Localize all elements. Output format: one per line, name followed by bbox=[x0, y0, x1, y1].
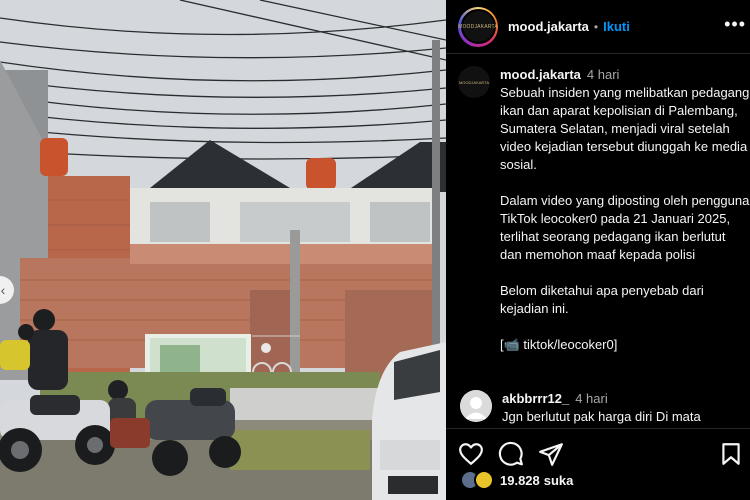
avatar-logo-text: MOODJAKARTA bbox=[458, 79, 490, 85]
caption-timestamp[interactable]: 4 hari bbox=[587, 67, 620, 82]
likes-count: 19.828 bbox=[500, 472, 540, 488]
comment-icon[interactable] bbox=[498, 441, 524, 467]
caption-source-credit: [📹 tiktok/leocoker0] bbox=[500, 337, 618, 352]
post-username-link[interactable]: mood.jakarta bbox=[508, 19, 589, 34]
video-frame bbox=[0, 0, 446, 500]
caption-paragraph: Belom diketahui apa penyebab dari kejadi… bbox=[500, 283, 704, 316]
post-media[interactable]: ‹ bbox=[0, 0, 446, 500]
comment-avatar[interactable] bbox=[460, 390, 492, 422]
bookmark-icon[interactable] bbox=[718, 441, 744, 467]
share-icon[interactable] bbox=[538, 441, 564, 467]
liker-avatar bbox=[474, 470, 494, 490]
post-dialog: ‹ MOODJAKARTA mood.jakarta • Ikuti ••• M… bbox=[0, 0, 750, 500]
avatar-logo-text: MOODJAKARTA bbox=[458, 23, 498, 30]
caption-body: mood.jakarta 4 hari Sebuah insiden yang m… bbox=[500, 66, 750, 372]
post-side-panel: MOODJAKARTA mood.jakarta • Ikuti ••• MOO… bbox=[446, 0, 750, 500]
comment-username-link[interactable]: akbbrrr12_ bbox=[502, 391, 569, 406]
liker-avatars bbox=[460, 470, 496, 490]
chevron-left-icon: ‹ bbox=[0, 282, 6, 298]
avatar[interactable]: MOODJAKARTA bbox=[458, 9, 498, 44]
more-options-icon[interactable]: ••• bbox=[724, 14, 746, 35]
comment-body: akbbrrr12_ 4 hari Jgn berlutut pak harga … bbox=[502, 390, 701, 426]
caption-paragraph: Sebuah insiden yang melibatkan pedagang … bbox=[500, 85, 750, 172]
likes-label: suka bbox=[543, 472, 574, 488]
caption-username-link[interactable]: mood.jakarta bbox=[500, 67, 581, 82]
follow-button[interactable]: Ikuti bbox=[603, 19, 630, 34]
caption-paragraph: Dalam video yang diposting oleh pengguna… bbox=[500, 193, 750, 262]
caption-header: mood.jakarta 4 hari bbox=[500, 66, 750, 84]
post-header: MOODJAKARTA mood.jakarta • Ikuti ••• bbox=[446, 0, 750, 54]
comment-header: akbbrrr12_ 4 hari bbox=[502, 390, 701, 408]
header-separator: • bbox=[593, 19, 599, 34]
heart-icon[interactable] bbox=[458, 441, 484, 467]
story-ring[interactable]: MOODJAKARTA bbox=[458, 6, 498, 47]
comment-timestamp[interactable]: 4 hari bbox=[575, 391, 608, 406]
comment-text: Jgn berlutut pak harga diri Di mata bbox=[502, 409, 701, 424]
default-user-icon bbox=[460, 390, 492, 422]
caption-avatar[interactable]: MOODJAKARTA bbox=[458, 66, 490, 98]
comment-item: akbbrrr12_ 4 hari Jgn berlutut pak harga … bbox=[460, 390, 750, 426]
likes-summary[interactable]: 19.828 suka bbox=[460, 470, 573, 490]
caption: MOODJAKARTA mood.jakarta 4 hari Sebuah in… bbox=[458, 66, 750, 372]
